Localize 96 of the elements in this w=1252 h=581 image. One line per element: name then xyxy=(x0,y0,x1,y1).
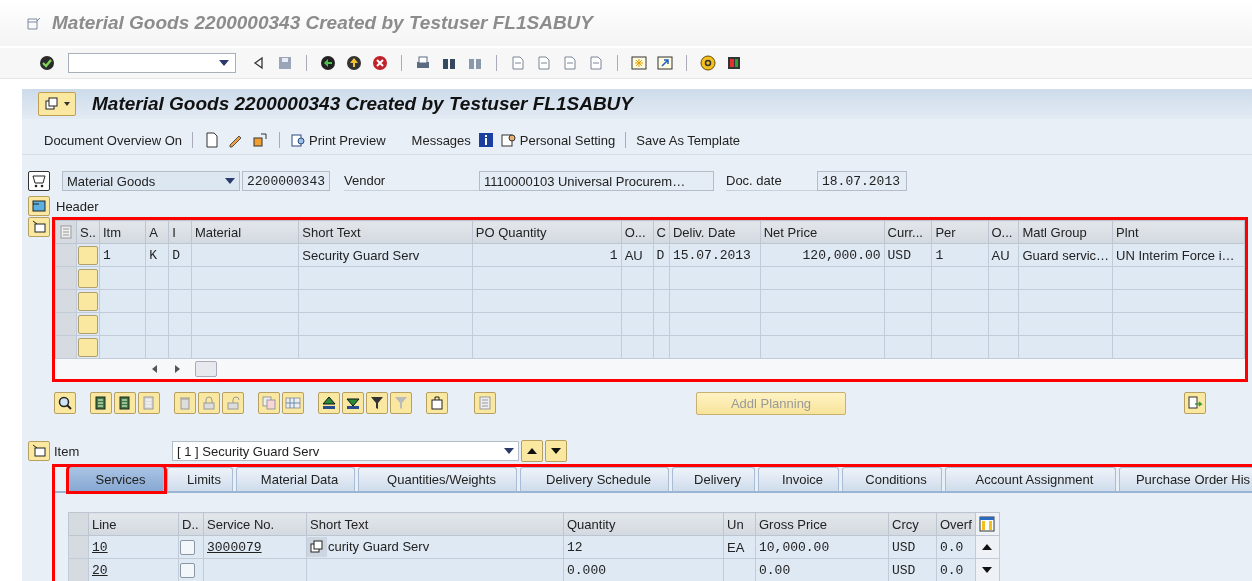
screen-title: Material Goods 2200000343 Created by Testuser FL1SABUY xyxy=(92,93,634,115)
exit-icon[interactable] xyxy=(346,55,362,71)
column-header[interactable]: I xyxy=(168,220,192,244)
export-icon[interactable] xyxy=(1187,395,1203,411)
print-preview-button[interactable]: Print Preview xyxy=(290,132,386,148)
table-cell: 0.000 xyxy=(563,558,724,581)
item-label: Item xyxy=(54,443,81,459)
new-window-icon[interactable] xyxy=(631,55,647,71)
scroll-right-icon[interactable] xyxy=(173,364,181,374)
column-header[interactable]: Overf xyxy=(936,512,976,536)
column-header[interactable]: Deliv. Date xyxy=(669,220,761,244)
column-settings-icon[interactable] xyxy=(978,516,995,532)
checkbox[interactable] xyxy=(180,563,195,579)
scroll-left-icon[interactable] xyxy=(151,364,159,374)
filter-icon[interactable] xyxy=(369,395,385,411)
scroll-thumb[interactable] xyxy=(195,361,217,377)
sort-descending-icon[interactable] xyxy=(345,395,361,411)
table-cell: 10,000.00 xyxy=(755,535,889,559)
tab[interactable]: Delivery Schedule xyxy=(520,467,669,491)
vendor-field[interactable]: 1110000103 Universal Procurem… xyxy=(479,171,714,191)
column-header[interactable]: Net Price xyxy=(760,220,885,244)
table-cell: curity Guard Serv xyxy=(306,535,564,559)
select-all-icon[interactable] xyxy=(93,395,109,411)
dropdown-icon[interactable] xyxy=(504,448,514,454)
personal-setting-button[interactable]: Personal Setting xyxy=(500,132,616,148)
column-header[interactable]: D.. xyxy=(178,512,204,536)
command-field[interactable] xyxy=(68,53,236,73)
item-overview-toggle-icon[interactable] xyxy=(31,219,47,235)
column-header[interactable]: O... xyxy=(988,220,1019,244)
window-title: Material Goods 2200000343 Created by Testuser FL1SABUY xyxy=(52,12,594,34)
table-cell: Security Guard Serv xyxy=(298,243,473,267)
cart-icon[interactable] xyxy=(31,173,47,189)
column-header[interactable]: Material xyxy=(191,220,299,244)
cancel-icon[interactable] xyxy=(372,55,388,71)
tab[interactable]: Delivery xyxy=(672,467,755,491)
column-header[interactable]: A xyxy=(145,220,169,244)
column-header[interactable]: Matl Group xyxy=(1018,220,1113,244)
column-header[interactable]: Un xyxy=(723,512,756,536)
sort-icon[interactable] xyxy=(321,395,337,411)
tab[interactable]: Account Assignment xyxy=(945,467,1116,491)
column-header[interactable]: Curr... xyxy=(884,220,932,244)
column-header[interactable]: Quantity xyxy=(563,512,724,536)
table-cell: 0.00 xyxy=(755,558,889,581)
table-cell: UN Interim Force i… xyxy=(1112,243,1245,267)
copy-icon[interactable] xyxy=(309,538,325,555)
dropdown-icon[interactable] xyxy=(219,60,229,66)
tab[interactable]: Services xyxy=(69,467,164,491)
bag-icon[interactable] xyxy=(429,395,445,411)
deselect-icon[interactable] xyxy=(117,395,133,411)
document-overview-button[interactable]: Document Overview On xyxy=(44,132,182,148)
menu-button[interactable] xyxy=(38,92,76,116)
column-header[interactable]: Plnt xyxy=(1112,220,1245,244)
document-type-dropdown[interactable]: Material Goods xyxy=(62,171,240,191)
new-document-icon[interactable] xyxy=(204,132,220,148)
table-cell: 120,000.00 xyxy=(760,243,885,267)
caret-icon xyxy=(64,102,70,106)
table-cell: 1 xyxy=(472,243,622,267)
help-icon[interactable] xyxy=(700,55,716,71)
column-header[interactable]: Itm xyxy=(99,220,146,244)
column-header[interactable]: Short Text xyxy=(298,220,473,244)
popup-icon[interactable] xyxy=(44,96,60,112)
document-number-field[interactable]: 2200000343 xyxy=(242,171,330,191)
item-dropdown[interactable]: [ 1 ] Security Guard Serv xyxy=(172,441,519,461)
tab[interactable]: Invoice xyxy=(758,467,839,491)
other-document-icon[interactable] xyxy=(252,132,268,148)
column-header[interactable]: S.. xyxy=(76,220,100,244)
shortcut-icon[interactable] xyxy=(657,55,673,71)
column-header[interactable]: Gross Price xyxy=(755,512,889,536)
personal-setting-icon[interactable] xyxy=(500,132,517,148)
table-cell: 12 xyxy=(563,535,724,559)
column-header[interactable]: O... xyxy=(621,220,653,244)
header-label: Header xyxy=(56,198,99,214)
tab[interactable]: Conditions xyxy=(842,467,942,491)
column-header[interactable]: Line xyxy=(88,512,179,536)
tab[interactable]: Material Data xyxy=(236,467,355,491)
tab[interactable]: Purchase Order His xyxy=(1119,467,1252,491)
dropdown-icon[interactable] xyxy=(225,178,235,184)
document-date-field[interactable]: 18.07.2013 xyxy=(817,171,907,191)
print-preview-icon[interactable] xyxy=(290,132,306,148)
messages-button[interactable]: Messages xyxy=(411,132,471,148)
tab[interactable]: Limits xyxy=(167,467,233,491)
layout-icon[interactable] xyxy=(726,55,742,71)
info-icon[interactable] xyxy=(477,132,494,148)
checkbox[interactable] xyxy=(180,540,195,556)
tab[interactable]: Quantities/Weights xyxy=(358,467,517,491)
enter-icon[interactable] xyxy=(39,55,55,71)
save-as-template-button[interactable]: Save As Template xyxy=(636,132,741,148)
details-icon[interactable] xyxy=(57,395,73,411)
print-icon[interactable] xyxy=(415,55,431,71)
column-header[interactable]: PO Quantity xyxy=(472,220,622,244)
column-header[interactable]: Per xyxy=(931,220,988,244)
column-header[interactable]: Service No. xyxy=(203,512,307,536)
item-detail-toggle-icon[interactable] xyxy=(31,443,47,459)
header-toggle-icon[interactable] xyxy=(31,198,47,214)
column-header[interactable]: Short Text xyxy=(306,512,564,536)
column-header[interactable]: Crcy xyxy=(888,512,937,536)
